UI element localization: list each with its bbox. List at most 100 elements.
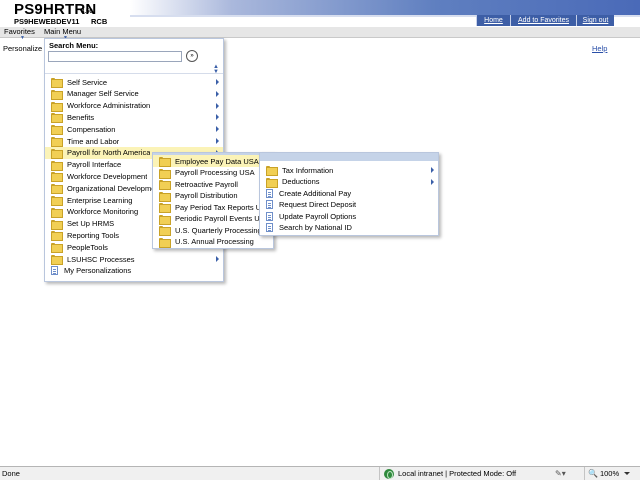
menu-item-label: My Personalizations: [64, 266, 132, 276]
menu-item-lsuhsc-processes[interactable]: LSUHSC Processes: [45, 253, 223, 265]
menu-item-benefits[interactable]: Benefits: [45, 111, 223, 124]
menu-item-time-and-labor[interactable]: Time and Labor: [45, 135, 223, 147]
menu-item-label: Tax Information: [282, 165, 334, 175]
menu-item-request-direct-deposit[interactable]: Request Direct Deposit: [260, 199, 438, 211]
protected-mode-icon[interactable]: ✎▾: [555, 469, 566, 478]
menu-item-label: Workforce Development: [67, 171, 148, 181]
menu-item-my-personalizations[interactable]: My Personalizations: [45, 265, 223, 277]
menu-item-payroll-distribution[interactable]: Payroll Distribution: [153, 190, 259, 202]
header-links: Home Add to Favorites Sign out: [476, 15, 614, 26]
folder-icon: [51, 255, 63, 265]
menu-item-self-service[interactable]: Self Service: [45, 76, 223, 88]
menu-item-label: Payroll Distribution: [175, 191, 238, 200]
magnifier-icon: 🔍: [588, 469, 598, 478]
document-icon: [51, 266, 58, 276]
menu-item-retroactive-payroll[interactable]: Retroactive Payroll: [153, 178, 259, 190]
search-go-button[interactable]: »: [186, 50, 198, 62]
divider: [45, 73, 223, 74]
favorites-menu[interactable]: Favorites ▼: [4, 27, 36, 41]
folder-icon: [51, 219, 63, 230]
personalize-link[interactable]: Personalize: [3, 44, 42, 53]
submenu-arrow-icon: [216, 256, 219, 262]
document-icon: [266, 188, 273, 198]
menu-item-label: Request Direct Deposit: [279, 200, 357, 209]
menu-item-label: Self Service: [67, 77, 108, 87]
folder-icon: [51, 184, 63, 195]
menu-item-create-additional-pay[interactable]: Create Additional Pay: [260, 187, 438, 199]
submenu-arrow-icon: [216, 126, 219, 133]
submenu-arrow-icon: [216, 79, 219, 85]
menu-item-label: U.S. Annual Processing: [175, 237, 254, 246]
menu-item-label: Retroactive Payroll: [175, 179, 238, 189]
menu-item-employee-pay-data-usa[interactable]: Employee Pay Data USA: [153, 155, 259, 167]
menu-item-label: Search by National ID: [279, 223, 352, 232]
menu-item-u-s-annual-processing[interactable]: U.S. Annual Processing: [153, 236, 259, 248]
folder-icon: [159, 214, 171, 225]
folder-icon: [51, 196, 63, 206]
user-id: RCB: [91, 17, 108, 26]
folder-icon: [51, 243, 63, 254]
menu-item-label: Pay Period Tax Reports USA: [175, 202, 259, 212]
globe-icon: [384, 468, 394, 479]
menu-item-label: Periodic Payroll Events USA: [175, 214, 259, 223]
security-zone: Local intranet | Protected Mode: Off: [379, 467, 516, 480]
submenu-arrow-icon: [216, 114, 219, 121]
header-banner: [130, 0, 640, 15]
menu-item-label: Time and Labor: [67, 136, 120, 146]
menu-item-tax-information[interactable]: Tax Information: [260, 164, 438, 176]
chevron-down-icon[interactable]: [624, 472, 630, 475]
menu-item-label: Employee Pay Data USA: [175, 156, 259, 166]
folder-icon: [51, 101, 63, 112]
zoom-level: 100%: [599, 469, 620, 478]
menu-item-label: Update Payroll Options: [279, 211, 357, 221]
folder-icon: [159, 180, 171, 190]
folder-icon: [51, 148, 63, 159]
submenu-arrow-icon: [431, 178, 434, 185]
folder-icon: [51, 78, 63, 88]
menu-item-payroll-processing-usa[interactable]: Payroll Processing USA: [153, 167, 259, 179]
menu-item-workforce-administration[interactable]: Workforce Administration: [45, 100, 223, 112]
server-name: PS9HEWEBDEV11: [14, 17, 80, 26]
folder-icon: [51, 207, 63, 218]
menu-item-label: Enterprise Learning: [67, 195, 133, 205]
submenu-arrow-icon: [216, 102, 219, 109]
folder-icon: [51, 125, 63, 136]
status-text: Done: [2, 469, 20, 478]
menu-item-label: Deductions: [282, 177, 320, 186]
sign-out-link[interactable]: Sign out: [576, 15, 614, 26]
menu-item-label: PeopleTools: [67, 242, 108, 252]
help-link[interactable]: Help: [592, 44, 607, 53]
menu-item-u-s-quarterly-processing[interactable]: U.S. Quarterly Processing: [153, 224, 259, 236]
menu-item-deductions[interactable]: Deductions: [260, 176, 438, 188]
menu-item-label: U.S. Quarterly Processing: [175, 225, 259, 235]
main-menu[interactable]: Main Menu ▼: [44, 27, 82, 41]
folder-icon: [159, 203, 171, 213]
menu-item-label: LSUHSC Processes: [67, 254, 135, 264]
search-menu-input[interactable]: [48, 51, 182, 62]
menu-item-label: Payroll Interface: [67, 160, 122, 170]
menu-item-compensation[interactable]: Compensation: [45, 123, 223, 136]
menu-item-label: Reporting Tools: [67, 230, 119, 240]
zoom-control[interactable]: 🔍 100%: [584, 467, 619, 480]
menu-item-search-by-national-id[interactable]: Search by National ID: [260, 222, 438, 234]
menu-item-label: Payroll Processing USA: [175, 168, 255, 177]
folder-icon: [159, 157, 171, 167]
menu-item-label: Payroll for North America: [67, 148, 151, 158]
payroll-submenu: Employee Pay Data USA Payroll Processing …: [152, 152, 274, 249]
employee-pay-data-submenu: Tax Information Deductions Create Addition…: [259, 152, 439, 236]
menu-item-update-payroll-options[interactable]: Update Payroll Options: [260, 210, 438, 222]
portal-header: PS9HRTRN 8.50 PS9HEWEBDEV11 RCB Home Add…: [0, 0, 640, 27]
menu-item-periodic-payroll-events-usa[interactable]: Periodic Payroll Events USA: [153, 213, 259, 225]
home-link[interactable]: Home: [476, 15, 510, 26]
folder-icon: [51, 113, 63, 124]
menu-item-pay-period-tax-reports-usa[interactable]: Pay Period Tax Reports USA: [153, 201, 259, 213]
add-to-favorites-link[interactable]: Add to Favorites: [510, 15, 576, 26]
folder-icon: [159, 237, 171, 248]
menu-item-label: Benefits: [67, 112, 95, 122]
zone-text: Local intranet | Protected Mode: Off: [398, 469, 517, 478]
folder-icon: [159, 168, 171, 179]
submenu-arrow-icon: [216, 90, 219, 97]
menu-item-manager-self-service[interactable]: Manager Self Service: [45, 88, 223, 100]
menu-item-label: Manager Self Service: [67, 89, 139, 99]
menu-item-label: Organizational Development: [67, 183, 153, 193]
